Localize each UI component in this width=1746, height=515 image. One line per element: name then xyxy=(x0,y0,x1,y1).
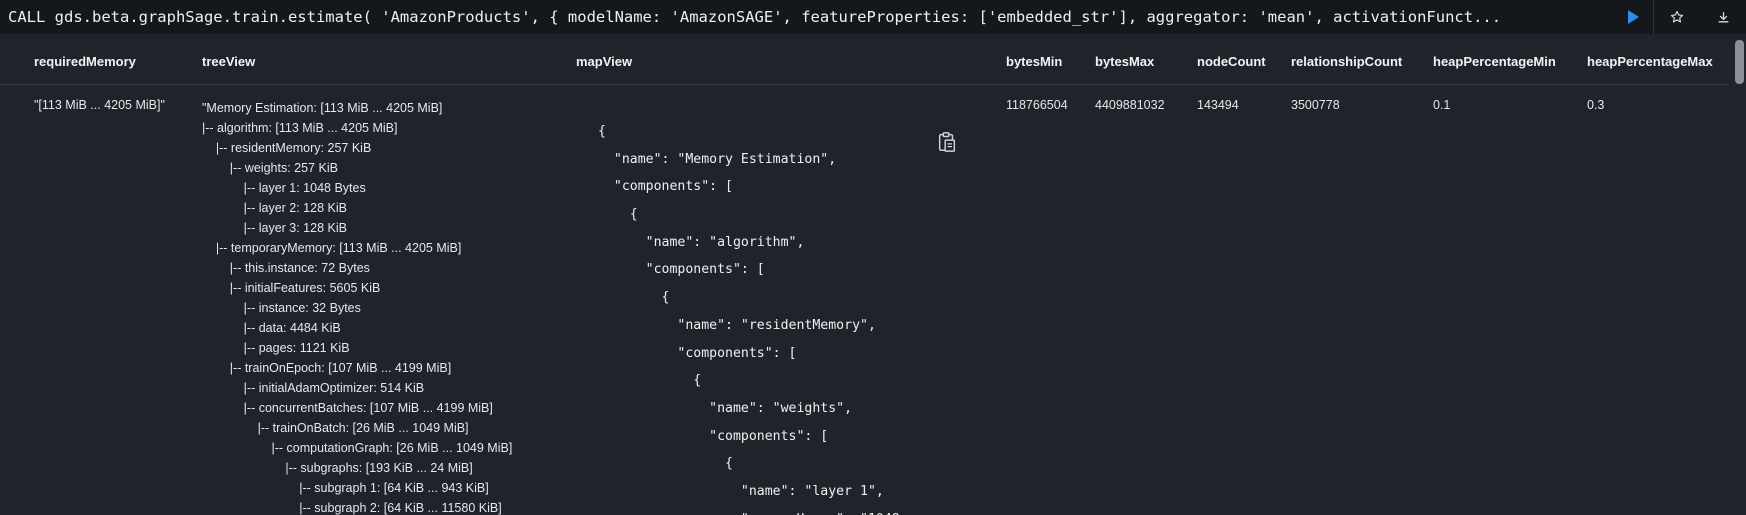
cell-bytesMax: 4409881032 xyxy=(1095,98,1165,112)
column-header-mapView[interactable]: mapView xyxy=(576,40,632,84)
map-line: "name": "weights", xyxy=(598,400,853,416)
play-icon xyxy=(1628,10,1639,24)
cell-heapPercentageMin: 0.1 xyxy=(1433,98,1451,112)
column-header-bytesMax[interactable]: bytesMax xyxy=(1095,40,1154,84)
tree-line: |-- subgraph 2: [64 KiB ... 11580 KiB] xyxy=(202,501,502,515)
tree-line: |-- data: 4484 KiB xyxy=(202,321,341,335)
tree-line: |-- layer 3: 128 KiB xyxy=(202,221,347,235)
tree-line: |-- layer 2: 128 KiB xyxy=(202,201,347,215)
tree-line: |-- initialAdamOptimizer: 514 KiB xyxy=(202,381,425,395)
tree-line: |-- subgraphs: [193 KiB ... 24 MiB] xyxy=(202,461,473,475)
query-editor[interactable]: CALL gds.beta.graphSage.train.estimate( … xyxy=(0,0,1613,34)
column-header-treeView[interactable]: treeView xyxy=(202,40,255,84)
tree-line: |-- instance: 32 Bytes xyxy=(202,301,361,315)
map-line: "components": [ xyxy=(598,345,797,361)
tree-line: "Memory Estimation: [113 MiB ... 4205 Mi… xyxy=(202,101,443,115)
column-header-bytesMin[interactable]: bytesMin xyxy=(1006,40,1062,84)
map-line: "components": [ xyxy=(598,428,829,444)
cell-nodeCount: 143494 xyxy=(1197,98,1239,112)
tree-line: |-- residentMemory: 257 KiB xyxy=(202,141,372,155)
map-line: "components": [ xyxy=(598,179,733,195)
favorite-button[interactable] xyxy=(1654,0,1700,34)
cell-heapPercentageMax: 0.3 xyxy=(1587,98,1605,112)
tree-line: |-- this.instance: 72 Bytes xyxy=(202,261,370,275)
tree-line: |-- algorithm: [113 MiB ... 4205 MiB] xyxy=(202,121,398,135)
cell-relationshipCount: 3500778 xyxy=(1291,98,1340,112)
map-line: "name": "layer 1", xyxy=(598,483,884,499)
vertical-scrollbar[interactable] xyxy=(1735,40,1744,84)
map-line: { xyxy=(598,456,733,472)
tree-line: |-- pages: 1121 KiB xyxy=(202,341,350,355)
cell-bytesMin: 118766504 xyxy=(1006,98,1068,112)
map-line: { xyxy=(598,290,670,306)
map-line: "name": "algorithm", xyxy=(598,234,805,250)
table-header-row: requiredMemory treeView mapView bytesMin… xyxy=(0,40,1728,85)
map-line: { xyxy=(598,207,638,223)
tree-line: |-- weights: 257 KiB xyxy=(202,161,338,175)
tree-line: |-- trainOnEpoch: [107 MiB ... 4199 MiB] xyxy=(202,361,452,375)
clipboard-icon xyxy=(938,132,956,152)
column-header-heapPercentageMax[interactable]: heapPercentageMax xyxy=(1587,40,1713,84)
column-header-relationshipCount[interactable]: relationshipCount xyxy=(1291,40,1402,84)
map-line: "name": "Memory Estimation", xyxy=(598,151,837,167)
column-header-heapPercentageMin[interactable]: heapPercentageMin xyxy=(1433,40,1556,84)
tree-line: |-- initialFeatures: 5605 KiB xyxy=(202,281,381,295)
star-icon xyxy=(1670,10,1684,23)
column-header-requiredMemory[interactable]: requiredMemory xyxy=(34,40,136,84)
map-line: "memoryUsage": "1048 xyxy=(598,506,900,515)
results-table: requiredMemory treeView mapView bytesMin… xyxy=(0,40,1746,515)
cell-treeView: "Memory Estimation: [113 MiB ... 4205 Mi… xyxy=(202,98,512,515)
tree-line: |-- concurrentBatches: [107 MiB ... 4199… xyxy=(202,401,493,415)
tree-line: |-- layer 1: 1048 Bytes xyxy=(202,181,366,195)
copy-button[interactable] xyxy=(935,130,959,154)
map-line: "name": "residentMemory", xyxy=(598,317,876,333)
map-line: "components": [ xyxy=(598,262,765,278)
download-button[interactable] xyxy=(1700,0,1746,34)
column-header-nodeCount[interactable]: nodeCount xyxy=(1197,40,1266,84)
cell-requiredMemory: "[113 MiB ... 4205 MiB]" xyxy=(34,98,165,112)
run-button[interactable] xyxy=(1613,0,1653,34)
map-line: { xyxy=(598,373,702,389)
tree-line: |-- temporaryMemory: [113 MiB ... 4205 M… xyxy=(202,241,462,255)
tree-line: |-- subgraph 1: [64 KiB ... 943 KiB] xyxy=(202,481,489,495)
tree-line: |-- trainOnBatch: [26 MiB ... 1049 MiB] xyxy=(202,421,469,435)
cell-mapView: { "name": "Memory Estimation", "componen… xyxy=(598,118,900,515)
download-icon xyxy=(1718,11,1728,22)
tree-line: |-- computationGraph: [26 MiB ... 1049 M… xyxy=(202,441,513,455)
map-line: { xyxy=(598,124,606,139)
query-bar: CALL gds.beta.graphSage.train.estimate( … xyxy=(0,0,1746,34)
